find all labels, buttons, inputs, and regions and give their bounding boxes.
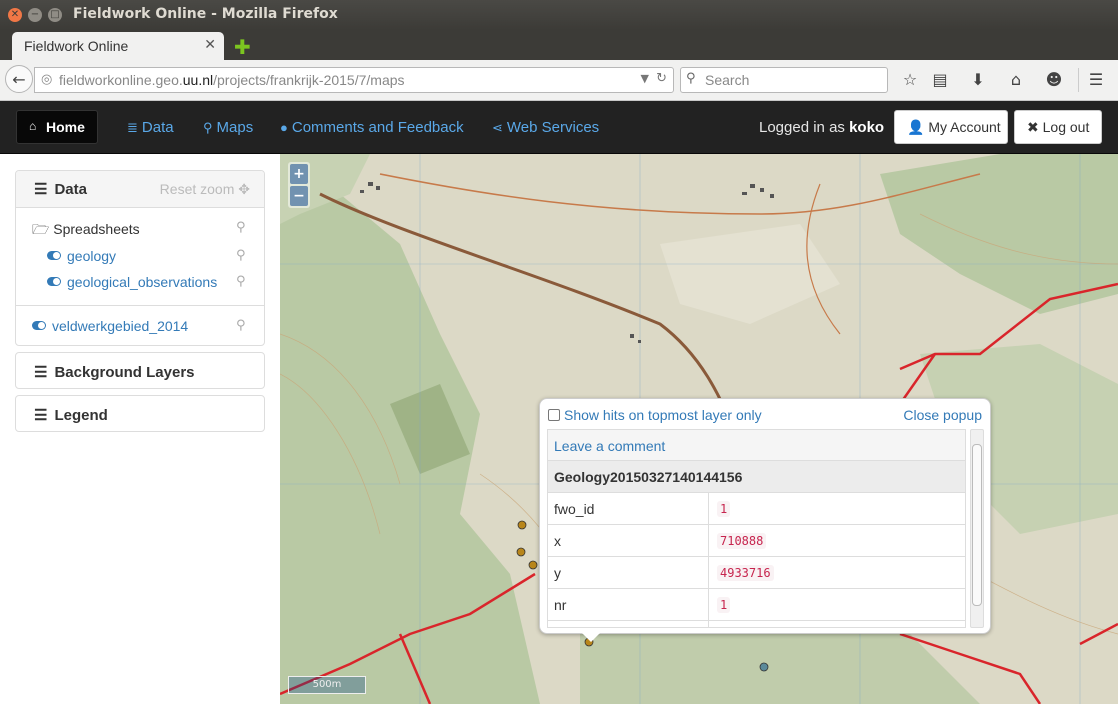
feature-popup: Show hits on topmost layer only Close po… [539,398,991,634]
show-hits-label[interactable]: Show hits on topmost layer only [564,407,762,423]
bookmark-star-icon[interactable]: ☆ [900,70,920,89]
toggle-on-icon[interactable] [32,321,46,330]
table-row [548,621,965,627]
zoom-control: + − [288,162,310,208]
table-row: Geology20150327140144156 [548,461,965,493]
nav-data-link[interactable]: ≣ Data [127,119,174,136]
move-icon: ✥ [238,181,250,197]
back-button[interactable]: ← [5,65,33,93]
layer-geology[interactable]: geology [47,248,116,264]
window-close-button[interactable]: ✕ [8,8,22,22]
show-hits-checkbox[interactable] [548,409,560,421]
search-icon[interactable]: ⚲ [236,274,246,289]
search-icon[interactable]: ⚲ [236,220,246,235]
download-icon[interactable]: ⬇ [968,70,988,89]
history-dropdown-icon[interactable]: ▼ [641,72,649,85]
database-icon: ≣ [127,120,138,135]
table-row: fwo_id 1 [548,493,965,525]
logout-button[interactable]: ✖ Log out [1014,110,1102,144]
popup-scrollbar[interactable] [970,429,984,628]
toolbar-divider [1078,68,1079,92]
nav-comments-link[interactable]: ● Comments and Feedback [280,119,464,136]
scale-line: 500m [288,676,366,694]
data-panel-header[interactable]: ☰ Data Reset zoom ✥ [16,171,264,208]
app-navbar: ⌂ Home ≣ Data ⚲ Maps ● Comments and Feedbac… [0,101,1118,154]
search-icon[interactable]: ⚲ [236,318,246,333]
search-icon: ⚲ [686,71,696,86]
list-icon: ☰ [34,181,48,198]
user-icon: 👤 [907,119,925,135]
table-row: x 710888 [548,525,965,557]
toggle-on-icon[interactable] [47,277,61,286]
browser-toolbar: ← ◎ fieldworkonline.geo.uu.nl/projects/f… [0,60,1118,101]
feature-table: Leave a comment Geology20150327140144156… [547,429,966,628]
url-bar[interactable]: ◎ fieldworkonline.geo.uu.nl/projects/fra… [34,67,674,93]
sidebar: ☰ Data Reset zoom ✥ 🗁 Spreadsheets ⚲ geol… [0,154,280,704]
tab-label: Fieldwork Online [24,38,129,54]
nav-maps-link[interactable]: ⚲ Maps [203,119,253,136]
logged-in-text: Logged in as koko [759,119,885,136]
toggle-on-icon[interactable] [47,251,61,260]
close-popup-link[interactable]: Close popup [903,407,982,423]
search-icon[interactable]: ⚲ [236,248,246,263]
home-icon: ⌂ [29,119,37,133]
home-button[interactable]: ⌂ Home [16,110,98,144]
data-panel: ☰ Data Reset zoom ✥ 🗁 Spreadsheets ⚲ geol… [15,170,265,346]
background-layers-panel[interactable]: ☰ Background Layers [15,352,265,389]
chat-icon[interactable]: ☻ [1044,70,1064,89]
zoom-in-button[interactable]: + [290,164,308,184]
browser-tab[interactable]: Fieldwork Online ✕ [12,32,224,62]
url-text: fieldworkonline.geo.uu.nl/projects/frank… [59,72,405,88]
reset-zoom-button[interactable]: Reset zoom ✥ [160,181,250,198]
reload-icon[interactable]: ↻ [656,71,667,86]
my-account-button[interactable]: 👤 My Account [894,110,1008,144]
window-titlebar: ✕ − □ Fieldwork Online - Mozilla Firefox [0,0,1118,30]
layer-veldwerkgebied[interactable]: veldwerkgebied_2014 [32,318,188,334]
search-input[interactable]: Search [705,72,749,88]
table-row: nr 1 [548,589,965,621]
folder-open-icon: 🗁 [32,221,50,237]
globe-icon: ◎ [41,72,53,87]
comment-icon: ● [280,120,288,135]
layer-geological-observations[interactable]: geological_observations [47,274,217,290]
nav-webservices-link[interactable]: ⋖ Web Services [492,119,599,136]
list-icon: ☰ [34,407,48,424]
spreadsheets-folder[interactable]: 🗁 Spreadsheets [32,219,140,243]
share-icon: ⋖ [492,120,503,135]
popup-pointer [580,631,602,642]
map-marker-icon: ⚲ [203,120,213,135]
close-icon: ✖ [1027,119,1039,135]
table-row: y 4933716 [548,557,965,589]
reading-list-icon[interactable]: ▤ [930,70,950,89]
home-icon[interactable]: ⌂ [1006,70,1026,89]
table-row: Leave a comment [548,430,965,461]
list-icon: ☰ [34,364,48,381]
menu-icon[interactable]: ☰ [1086,70,1106,89]
legend-panel[interactable]: ☰ Legend [15,395,265,432]
window-title: Fieldwork Online - Mozilla Firefox [73,6,338,22]
scrollbar-thumb[interactable] [972,444,982,606]
leave-comment-link[interactable]: Leave a comment [554,438,665,454]
search-bar[interactable]: ⚲ Search [680,67,888,93]
tab-close-icon[interactable]: ✕ [204,37,216,53]
zoom-out-button[interactable]: − [290,186,308,206]
window-minimize-button[interactable]: − [28,8,42,22]
window-maximize-button[interactable]: □ [48,8,62,22]
new-tab-icon[interactable]: ✚ [234,35,251,59]
record-title: Geology20150327140144156 [554,469,743,485]
panel-divider [16,305,264,306]
